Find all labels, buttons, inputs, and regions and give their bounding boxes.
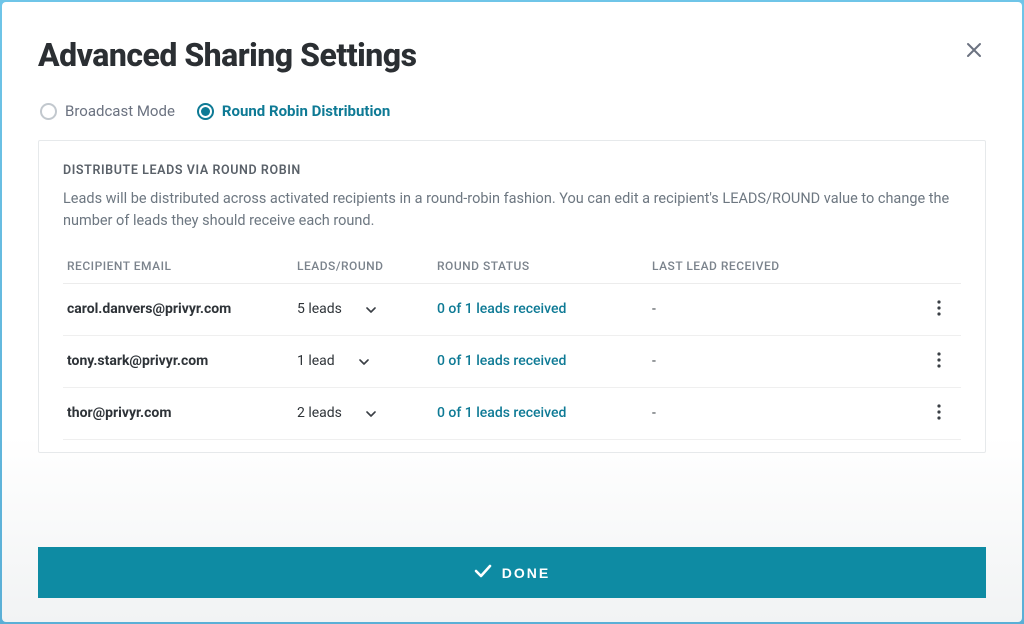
panel-description: Leads will be distributed across activat…: [63, 188, 961, 233]
check-icon: [474, 564, 492, 581]
close-button[interactable]: [962, 36, 986, 66]
recipient-email: tony.stark@privyr.com: [67, 353, 297, 369]
round-status: 0 of 1 leads received: [437, 353, 652, 369]
broadcast-mode-radio[interactable]: Broadcast Mode: [40, 102, 175, 120]
kebab-icon: [937, 353, 941, 372]
col-header-email: RECIPIENT EMAIL: [67, 259, 297, 273]
radio-icon: [197, 103, 214, 120]
last-lead-received: -: [652, 353, 921, 369]
chevron-down-icon: [366, 407, 376, 420]
leads-value: 1 lead: [297, 353, 335, 369]
round-robin-panel: DISTRIBUTE LEADS VIA ROUND ROBIN Leads w…: [38, 140, 986, 453]
leads-value: 5 leads: [297, 301, 342, 317]
close-icon: [966, 38, 982, 63]
radio-icon: [40, 103, 57, 120]
row-actions-button[interactable]: [921, 352, 957, 371]
last-lead-received: -: [652, 405, 921, 421]
leads-per-round-select[interactable]: 1 lead: [297, 353, 437, 369]
kebab-icon: [937, 301, 941, 320]
table-row: carol.danvers@privyr.com 5 leads 0 of 1 …: [63, 284, 961, 336]
footer: DONE: [38, 547, 986, 598]
table-row: tony.stark@privyr.com 1 lead 0 of 1 lead…: [63, 336, 961, 388]
recipients-table-header: RECIPIENT EMAIL LEADS/ROUND ROUND STATUS…: [63, 251, 961, 284]
broadcast-mode-label: Broadcast Mode: [65, 102, 175, 120]
leads-per-round-select[interactable]: 2 leads: [297, 405, 437, 421]
col-header-status: ROUND STATUS: [437, 259, 652, 273]
table-row: thor@privyr.com 2 leads 0 of 1 leads rec…: [63, 388, 961, 440]
last-lead-received: -: [652, 301, 921, 317]
panel-subtitle: DISTRIBUTE LEADS VIA ROUND ROBIN: [63, 163, 961, 178]
round-status: 0 of 1 leads received: [437, 301, 652, 317]
col-header-last: LAST LEAD RECEIVED: [652, 259, 921, 273]
sharing-settings-modal: Advanced Sharing Settings Broadcast Mode…: [2, 2, 1022, 622]
done-button[interactable]: DONE: [38, 547, 986, 598]
chevron-down-icon: [366, 303, 376, 316]
leads-per-round-select[interactable]: 5 leads: [297, 301, 437, 317]
recipient-email: thor@privyr.com: [67, 405, 297, 421]
round-robin-label: Round Robin Distribution: [222, 102, 390, 120]
mode-selector: Broadcast Mode Round Robin Distribution: [38, 102, 986, 120]
kebab-icon: [937, 405, 941, 424]
row-actions-button[interactable]: [921, 404, 957, 423]
done-label: DONE: [502, 565, 550, 581]
page-title: Advanced Sharing Settings: [38, 36, 417, 74]
row-actions-button[interactable]: [921, 300, 957, 319]
col-header-leads: LEADS/ROUND: [297, 259, 437, 273]
leads-value: 2 leads: [297, 405, 342, 421]
recipient-email: carol.danvers@privyr.com: [67, 301, 297, 317]
round-robin-radio[interactable]: Round Robin Distribution: [197, 102, 390, 120]
modal-header: Advanced Sharing Settings: [38, 36, 986, 74]
round-status: 0 of 1 leads received: [437, 405, 652, 421]
chevron-down-icon: [359, 355, 369, 368]
